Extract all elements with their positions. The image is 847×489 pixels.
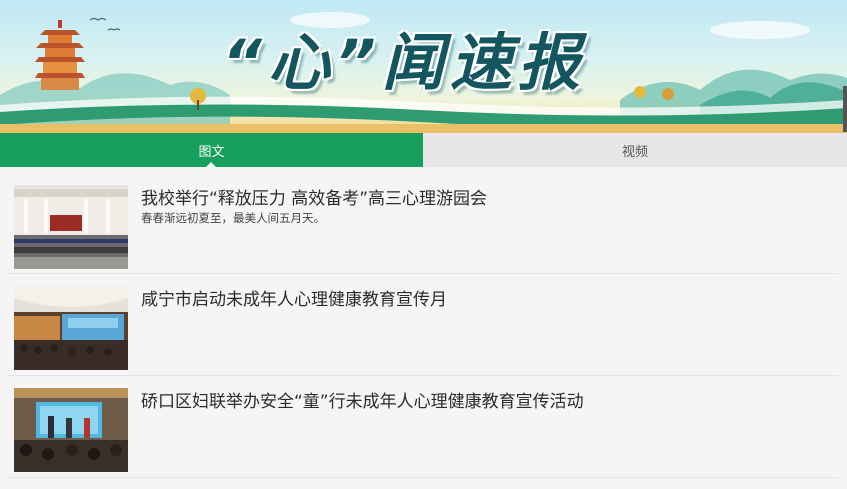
banner-title: “心”闻速报: [222, 26, 586, 99]
list-item[interactable]: 硚口区妇联举办安全“童”行未成年人心理健康教育宣传活动: [8, 376, 839, 478]
tab-bar: 图文 视频: [0, 133, 847, 168]
header-banner: “心”闻速报: [0, 0, 847, 133]
article-summary: 春春渐远初夏至，最美人间五月天。: [141, 211, 325, 225]
page: “心”闻速报 图文 视频 我校举行“释放压力 高效备考”高三心理游园会 春春渐远…: [0, 0, 847, 489]
article-thumbnail[interactable]: [14, 388, 128, 472]
article-thumbnail[interactable]: [14, 185, 128, 269]
presentation-audience-photo: [14, 388, 128, 472]
list-item[interactable]: 咸宁市启动未成年人心理健康教育宣传月: [8, 274, 839, 376]
tab-video[interactable]: 视频: [423, 133, 847, 167]
article-thumbnail[interactable]: [14, 286, 128, 370]
article-title[interactable]: 我校举行“释放压力 高效备考”高三心理游园会: [141, 184, 487, 209]
article-title[interactable]: 咸宁市启动未成年人心理健康教育宣传月: [141, 285, 447, 310]
tab-text-image[interactable]: 图文: [0, 133, 423, 168]
auditorium-stage-photo: [14, 286, 128, 370]
scrollbar-handle[interactable]: [843, 86, 847, 132]
article-title[interactable]: 硚口区妇联举办安全“童”行未成年人心理健康教育宣传活动: [141, 387, 584, 412]
list-item[interactable]: 我校举行“释放压力 高效备考”高三心理游园会 春春渐远初夏至，最美人间五月天。: [8, 173, 839, 274]
article-list: 我校举行“释放压力 高效备考”高三心理游园会 春春渐远初夏至，最美人间五月天。: [0, 173, 847, 478]
pagoda-icon: [35, 20, 85, 90]
school-building-photo: [14, 185, 128, 269]
